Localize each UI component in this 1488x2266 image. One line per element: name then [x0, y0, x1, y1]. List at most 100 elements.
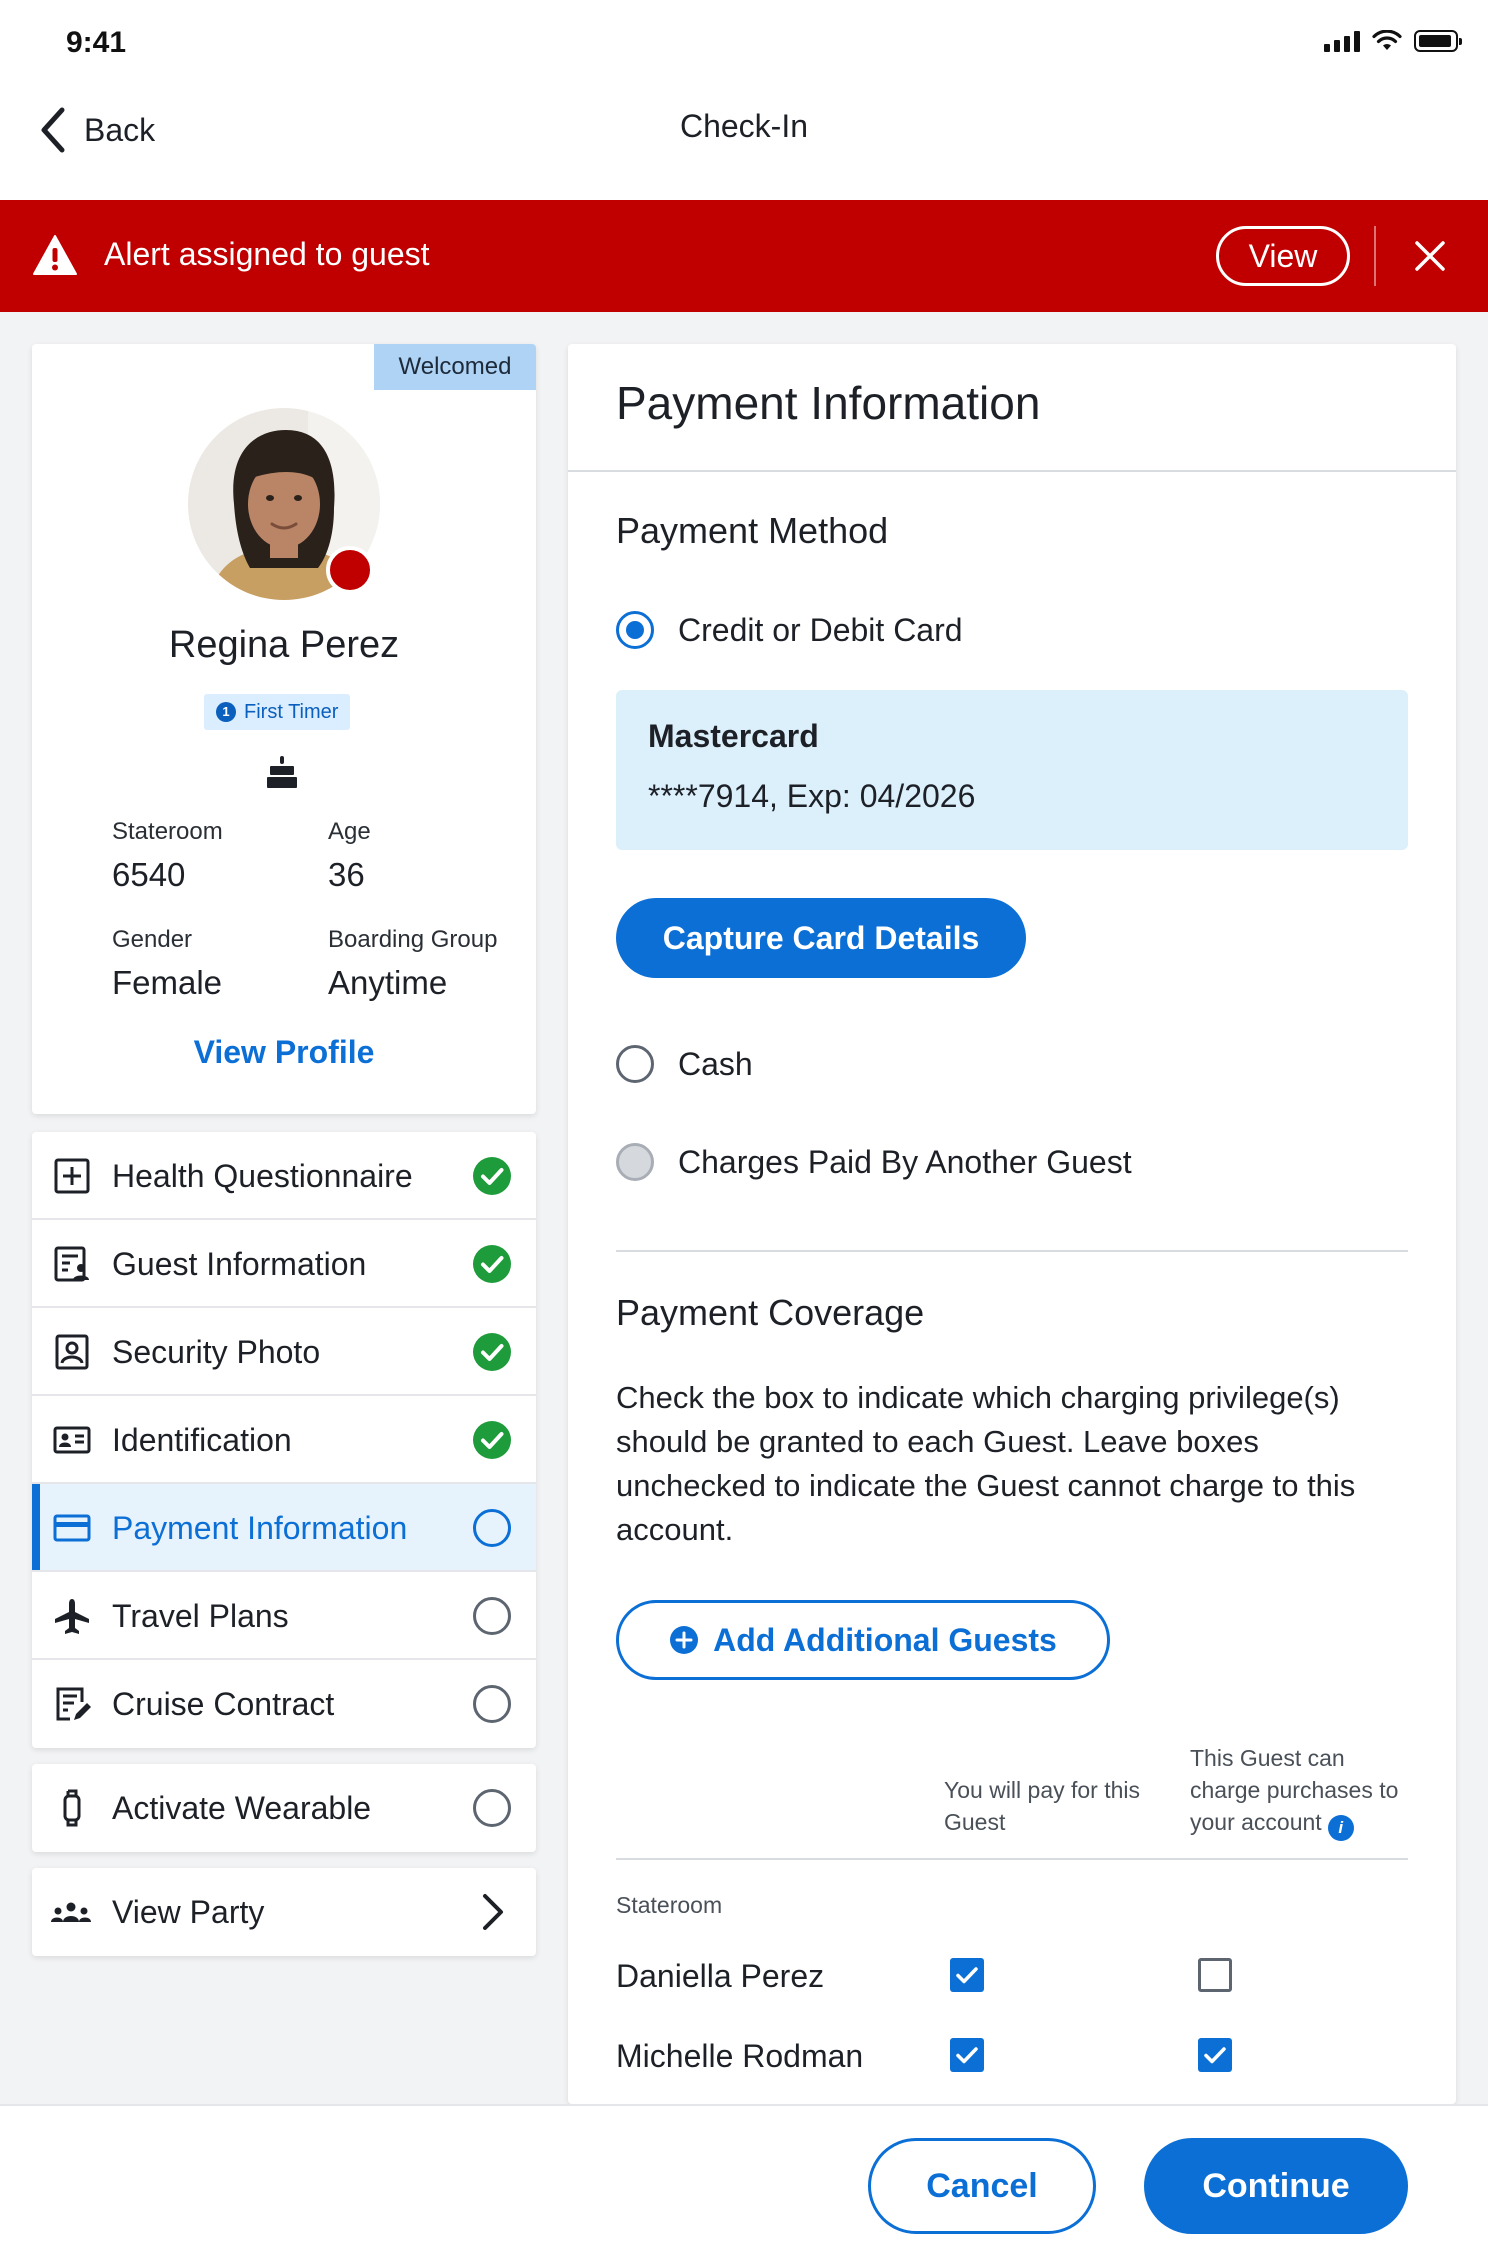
divider [568, 470, 1456, 472]
radio-button-disabled [616, 1143, 654, 1181]
alert-message: Alert assigned to guest [104, 236, 430, 272]
security-photo-icon [55, 1334, 89, 1370]
guest-name: Regina Perez [168, 624, 400, 666]
saved-card-box: Mastercard ****7914, Exp: 04/2026 [616, 690, 1408, 850]
stateroom-label: Stateroom [112, 818, 223, 845]
close-icon[interactable] [1412, 238, 1448, 274]
gender-label: Gender [112, 926, 193, 953]
radio-button-selected[interactable] [616, 611, 654, 649]
radio-label: Cash [678, 1045, 753, 1082]
panel-title: Payment Information [616, 377, 1041, 429]
alert-divider [1374, 226, 1376, 286]
plus-circle-icon [670, 1626, 699, 1654]
step-security-photo[interactable]: Security Photo [32, 1308, 536, 1396]
column-header-can-charge-text: This Guest can charge purchases to your … [1190, 1745, 1399, 1835]
step-travel-plans[interactable]: Travel Plans [32, 1572, 536, 1660]
view-party-label: View Party [112, 1894, 265, 1930]
step-label: Identification [112, 1422, 292, 1458]
radio-label: Credit or Debit Card [678, 611, 963, 648]
checkmark-icon [956, 2047, 978, 2064]
age-label: Age [328, 818, 371, 845]
checkbox-pay-for-checked[interactable] [950, 2038, 984, 2072]
add-additional-guests-button[interactable]: Add Additional Guests [616, 1600, 1110, 1680]
continue-button[interactable]: Continue [1144, 2138, 1408, 2234]
alert-banner: Alert assigned to guest View [0, 200, 1488, 312]
boarding-group-label: Boarding Group [328, 926, 498, 953]
step-health-questionnaire[interactable]: Health Questionnaire [32, 1132, 536, 1220]
radio-credit-card[interactable]: Credit or Debit Card [616, 608, 963, 652]
info-icon[interactable]: i [1327, 1815, 1354, 1841]
checkmark-complete-icon [473, 1333, 511, 1371]
gender-value: Female [112, 964, 223, 1001]
credit-card-icon [53, 1514, 91, 1542]
checkmark-complete-icon [473, 1245, 511, 1283]
checkmark-complete-icon [473, 1157, 511, 1195]
step-incomplete-circle-icon [473, 1685, 511, 1723]
radio-paid-by-another-guest: Charges Paid By Another Guest [616, 1140, 1132, 1184]
view-party-item[interactable]: View Party [32, 1868, 536, 1956]
warning-icon [33, 235, 77, 275]
status-time: 9:41 [66, 26, 127, 59]
alert-indicator-dot [326, 546, 374, 594]
step-label: Guest Information [112, 1246, 367, 1282]
step-label: Cruise Contract [112, 1686, 335, 1722]
step-label: Health Questionnaire [112, 1158, 413, 1194]
step-active-circle-icon [473, 1509, 511, 1547]
activate-wearable-label: Activate Wearable [112, 1790, 372, 1826]
contract-icon [56, 1687, 91, 1721]
capture-card-details-button[interactable]: Capture Card Details [616, 898, 1026, 978]
guest-row-name: Daniella Perez [616, 1958, 825, 1994]
battery-icon [1414, 30, 1462, 52]
column-header-can-charge: This Guest can charge purchases to your … [1190, 1742, 1410, 1841]
radio-label: Charges Paid By Another Guest [678, 1143, 1132, 1180]
guest-row-name: Michelle Rodman [616, 2038, 864, 2074]
radio-cash[interactable]: Cash [616, 1042, 753, 1086]
airplane-icon [55, 1599, 89, 1634]
radio-button[interactable] [616, 1045, 654, 1083]
nav-bar: Back Check-In [0, 80, 1488, 200]
cellular-signal-icon [1324, 30, 1360, 52]
age-value: 36 [328, 856, 365, 893]
health-icon [54, 1158, 90, 1194]
payment-panel: Payment Information Payment Method Credi… [568, 344, 1456, 2104]
step-incomplete-circle-icon [473, 1597, 511, 1635]
payment-coverage-description: Check the box to indicate which charging… [616, 1380, 1356, 1547]
checkmark-icon [956, 1967, 978, 1984]
divider [616, 1858, 1408, 1860]
footer-action-bar: Cancel Continue [0, 2104, 1488, 2266]
step-label: Security Photo [112, 1334, 321, 1370]
view-profile-link[interactable]: View Profile [32, 1034, 536, 1071]
step-guest-information[interactable]: Guest Information [32, 1220, 536, 1308]
wifi-icon [1372, 30, 1402, 50]
divider [616, 1250, 1408, 1252]
step-label: Travel Plans [112, 1598, 289, 1634]
column-header-pay-for: You will pay for this Guest [944, 1777, 1141, 1835]
guest-profile-card: Welcomed Regina Perez 1 First Timer Stat… [32, 344, 536, 1114]
alert-view-button[interactable]: View [1216, 226, 1350, 286]
checkbox-pay-for-checked[interactable] [950, 1958, 984, 1992]
page-title: Check-In [679, 108, 809, 144]
checkbox-can-charge-unchecked[interactable] [1198, 1958, 1232, 1992]
first-timer-count-icon: 1 [216, 702, 236, 722]
stateroom-value: 6540 [112, 856, 186, 893]
id-card-icon [53, 1426, 91, 1454]
party-group-icon [51, 1902, 91, 1922]
checkbox-can-charge-checked[interactable] [1198, 2038, 1232, 2072]
card-details: ****7914, Exp: 04/2026 [648, 778, 976, 814]
step-identification[interactable]: Identification [32, 1396, 536, 1484]
birthday-cake-icon [267, 756, 297, 788]
step-cruise-contract[interactable]: Cruise Contract [32, 1660, 536, 1748]
step-payment-information[interactable]: Payment Information [32, 1484, 536, 1572]
guest-info-icon [54, 1246, 89, 1282]
status-bar: 9:41 [0, 0, 1488, 80]
first-timer-label: First Timer [244, 700, 339, 723]
payment-method-title: Payment Method [616, 510, 889, 551]
first-timer-badge: 1 First Timer [204, 694, 351, 730]
cancel-button[interactable]: Cancel [868, 2138, 1096, 2234]
step-label: Payment Information [112, 1510, 408, 1546]
stateroom-group-label: Stateroom [616, 1892, 723, 1918]
chevron-right-icon [483, 1894, 503, 1930]
checkmark-icon [1204, 2047, 1226, 2064]
add-guests-label: Add Additional Guests [713, 1621, 1057, 1658]
activate-wearable-item[interactable]: Activate Wearable [32, 1764, 536, 1852]
